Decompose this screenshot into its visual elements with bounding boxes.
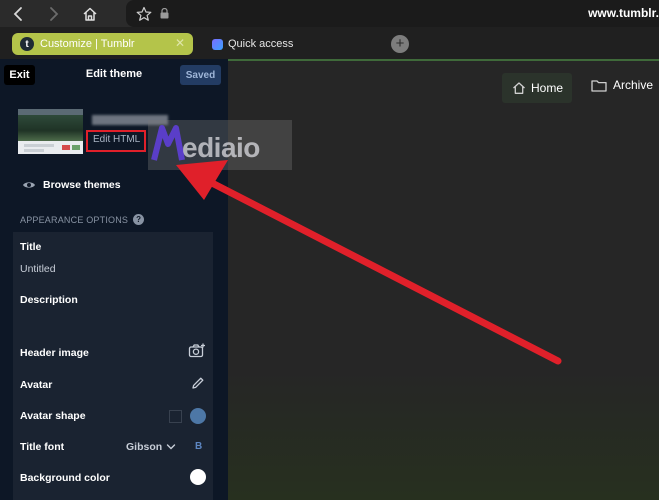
tab-bar: t Customize | Tumblr ✕ Quick access + xyxy=(0,27,659,59)
appearance-options-panel: Title Untitled Description Header image … xyxy=(13,232,213,500)
chevron-down-icon[interactable] xyxy=(166,441,176,453)
avatar-shape-circle-option[interactable] xyxy=(190,408,206,424)
blog-preview: Home Archive xyxy=(228,59,659,500)
title-font-select[interactable]: Gibson xyxy=(126,441,162,453)
tab-label: Quick access xyxy=(228,38,294,50)
highlight-box xyxy=(86,130,146,152)
avatar-shape-square-option[interactable] xyxy=(169,410,182,423)
title-font-label: Title font xyxy=(20,441,65,453)
quick-access-favicon-icon xyxy=(212,38,223,50)
tab-quick-access[interactable]: Quick access xyxy=(212,38,293,50)
back-button[interactable] xyxy=(0,0,36,27)
theme-thumbnail xyxy=(18,109,83,154)
avatar-shape-label: Avatar shape xyxy=(20,410,86,422)
chevron-right-icon xyxy=(50,6,59,21)
folder-icon xyxy=(591,79,607,92)
nav-home-link[interactable]: Home xyxy=(502,73,572,103)
tab-label: Customize | Tumblr xyxy=(40,38,135,50)
camera-plus-icon[interactable] xyxy=(188,343,206,358)
chevron-left-icon xyxy=(13,6,22,21)
background-color-swatch[interactable] xyxy=(190,469,206,485)
sidebar-header: Exit Edit theme Saved xyxy=(0,59,228,91)
header-image-label: Header image xyxy=(20,347,89,359)
browse-themes-label: Browse themes xyxy=(43,179,121,191)
home-icon xyxy=(83,7,97,21)
appearance-options-heading: APPEARANCE OPTIONS ? xyxy=(20,214,145,225)
home-button[interactable] xyxy=(72,0,108,27)
watermark-text: ediaio xyxy=(182,132,260,163)
star-icon[interactable] xyxy=(136,5,154,23)
pencil-icon[interactable] xyxy=(191,376,205,390)
close-icon[interactable]: ✕ xyxy=(175,36,185,50)
nav-archive-label: Archive xyxy=(613,78,654,92)
watermark: ediaio xyxy=(148,120,292,170)
browser-toolbar: www.tumblr. xyxy=(0,0,659,27)
tab-customize-tumblr[interactable]: t Customize | Tumblr ✕ xyxy=(12,33,193,55)
description-label: Description xyxy=(20,294,78,306)
url-text: www.tumblr. xyxy=(588,6,659,20)
address-bar[interactable]: www.tumblr. xyxy=(126,0,659,27)
nav-home-label: Home xyxy=(531,81,564,95)
browse-themes-link[interactable]: Browse themes xyxy=(22,179,121,191)
background-color-label: Background color xyxy=(20,472,110,484)
new-tab-button[interactable]: + xyxy=(391,35,409,53)
screen: www.tumblr. t Customize | Tumblr ✕ Quick… xyxy=(0,0,659,500)
nav-archive-link[interactable]: Archive xyxy=(591,78,653,92)
title-font-bold-toggle[interactable]: B xyxy=(195,441,202,452)
appearance-options-label: APPEARANCE OPTIONS xyxy=(20,214,129,225)
title-label: Title xyxy=(20,241,42,253)
saved-button[interactable]: Saved xyxy=(180,65,221,85)
title-field[interactable]: Untitled xyxy=(20,263,56,275)
forward-button[interactable] xyxy=(36,0,72,27)
lock-icon xyxy=(160,7,172,21)
eye-icon xyxy=(23,182,35,188)
home-icon xyxy=(513,82,525,94)
tumblr-favicon-icon: t xyxy=(20,37,34,51)
avatar-label: Avatar xyxy=(20,379,53,391)
watermark-logo-icon xyxy=(151,125,185,161)
help-icon[interactable]: ? xyxy=(133,214,145,225)
